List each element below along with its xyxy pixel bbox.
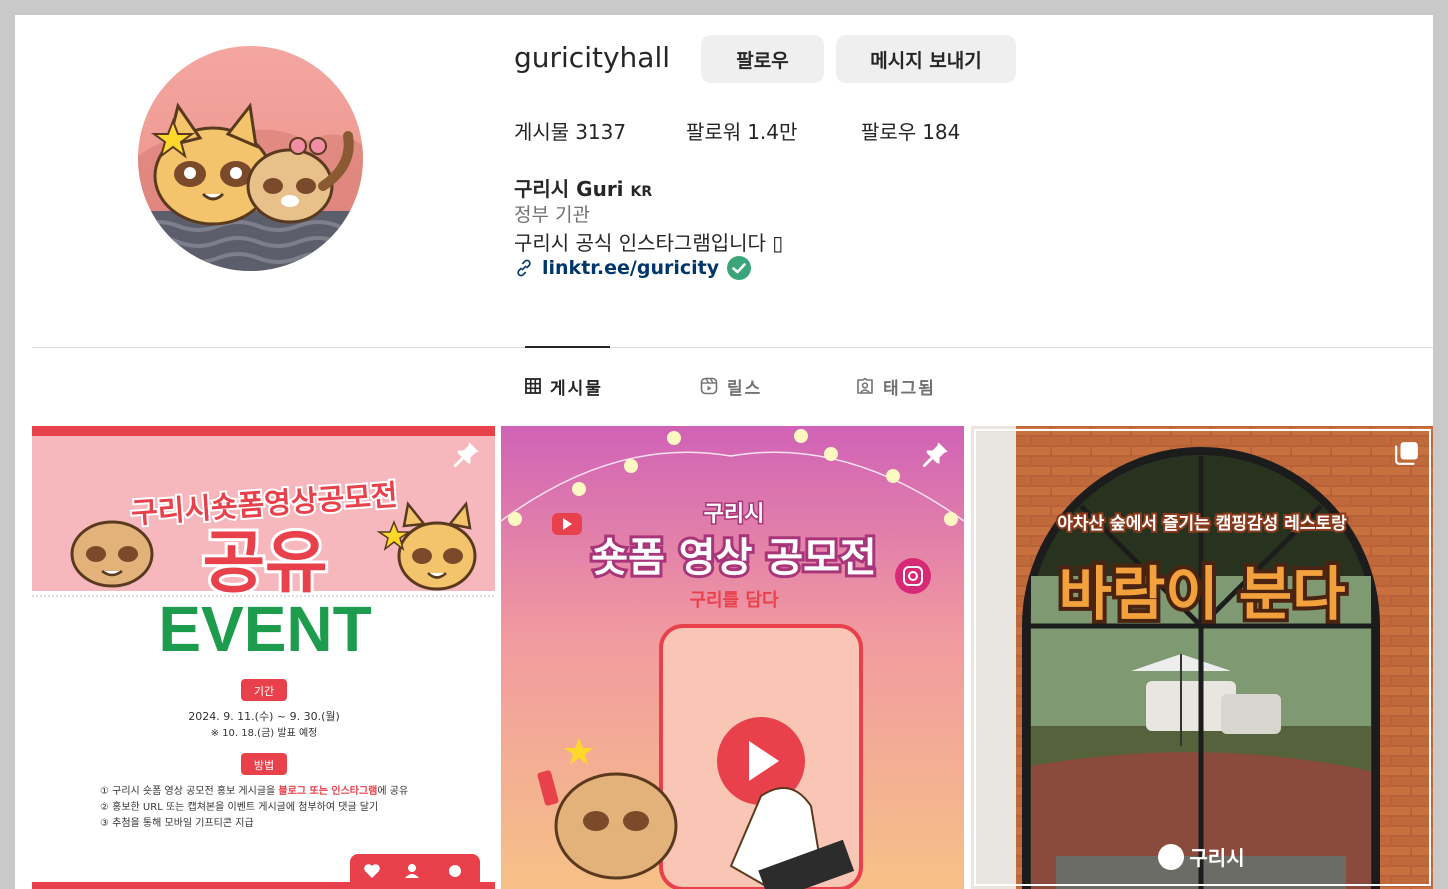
post-3-logo-text: 구리시	[1189, 846, 1244, 870]
post-1-announce: ※ 10. 18.(금) 발표 예정	[211, 727, 318, 739]
full-name-text: 구리시 Guri	[514, 177, 624, 201]
profile-full-name: 구리시 Guri KR	[514, 173, 652, 202]
tab-posts-label: 게시물	[550, 378, 603, 399]
post-tile-1[interactable]: 구리시숏폼영상공모전 공유 EVENT 기간 2024. 9. 11.(수) ~…	[32, 426, 495, 889]
tab-tagged-label: 태그됨	[883, 378, 936, 399]
profile-link-row: linktr.ee/guricity	[514, 255, 752, 281]
post-1-image: 구리시숏폼영상공모전 공유 EVENT 기간 2024. 9. 11.(수) ~…	[32, 426, 495, 889]
tagged-icon	[857, 377, 873, 394]
reels-icon	[700, 377, 718, 395]
stat-posts-value: 3137	[575, 120, 627, 144]
post-1-step-1a: ① 구리시 숏폼 영상 공모전 홍보 게시글을	[100, 784, 278, 797]
post-2-city: 구리시	[704, 502, 765, 527]
stat-followers-label: 팔로워	[686, 120, 742, 144]
stat-posts: 게시물 3137	[514, 116, 626, 145]
multi-photo-icon	[1395, 442, 1418, 465]
post-3-image: 아차산 숲에서 즐기는 캠핑감성 레스토랑 바람이 분다 구리시	[971, 426, 1433, 889]
post-1-big-text: 공유	[202, 524, 327, 603]
pin-icon	[922, 442, 948, 468]
profile-page: guricityhall 팔로우 메시지 보내기 게시물 3137 팔로워 1.4만…	[15, 15, 1433, 889]
follow-button[interactable]: 팔로우	[701, 35, 824, 83]
post-1-step-1b: 블로그 또는 인스타그램	[278, 784, 377, 797]
stat-following[interactable]: 팔로우 184	[861, 116, 960, 145]
link-icon	[517, 259, 531, 277]
stat-following-value: 184	[922, 120, 961, 144]
profile-username: guricityhall	[514, 41, 670, 74]
post-1-period-label: 기간	[254, 685, 274, 698]
stat-posts-label: 게시물	[514, 120, 570, 144]
profile-bio: 구리시 공식 인스타그램입니다 ▯	[514, 231, 784, 255]
post-1-step-1: ① 구리시 숏폼 영상 공모전 홍보 게시글을 블로그 또는 인스타그램에 공유	[100, 784, 408, 797]
profile-category: 정부 기관	[514, 204, 590, 226]
stat-followers-value: 1.4만	[747, 120, 798, 144]
post-3-title: 바람이 분다	[1059, 560, 1346, 628]
profile-link[interactable]: linktr.ee/guricity	[542, 257, 719, 279]
post-2-image: 구리시 숏폼 영상 공모전 구리를 담다	[501, 426, 964, 889]
verified-check-icon	[727, 256, 752, 280]
post-1-step-3: ③ 추첨을 통해 모바일 기프티콘 지급	[100, 816, 254, 829]
post-1-period: 2024. 9. 11.(수) ~ 9. 30.(월)	[188, 710, 340, 723]
active-tab-indicator	[525, 346, 610, 348]
stat-following-label: 팔로우	[861, 120, 917, 144]
post-3-caption: 아차산 숲에서 즐기는 캠핑감성 레스토랑	[1057, 514, 1347, 534]
tab-tagged[interactable]: 태그됨	[856, 373, 936, 399]
stat-followers[interactable]: 팔로워 1.4만	[686, 116, 797, 145]
post-1-step-1c: 에 공유	[377, 785, 408, 797]
post-2-subtitle: 구리를 담다	[689, 590, 779, 611]
grid-icon	[525, 378, 541, 394]
tab-posts[interactable]: 게시물	[525, 373, 603, 399]
post-tile-3[interactable]: 아차산 숲에서 즐기는 캠핑감성 레스토랑 바람이 분다 구리시	[971, 426, 1433, 889]
tab-reels[interactable]: 릴스	[700, 373, 762, 399]
profile-avatar[interactable]	[138, 46, 363, 271]
full-name-suffix: KR	[630, 184, 653, 200]
post-1-method-label: 방법	[254, 759, 274, 772]
post-1-event-text: EVENT	[158, 593, 371, 665]
post-1-step-2: ② 홍보한 URL 또는 캡쳐본을 이벤트 게시글에 첨부하여 댓글 달기	[100, 800, 378, 813]
tabs-divider	[32, 347, 1433, 348]
pin-icon	[453, 442, 479, 468]
message-button[interactable]: 메시지 보내기	[836, 35, 1016, 83]
post-tile-2[interactable]: 구리시 숏폼 영상 공모전 구리를 담다	[501, 426, 964, 889]
tab-reels-label: 릴스	[727, 378, 763, 399]
post-2-title: 숏폼 영상 공모전	[591, 535, 876, 581]
avatar-illustration	[138, 46, 363, 271]
